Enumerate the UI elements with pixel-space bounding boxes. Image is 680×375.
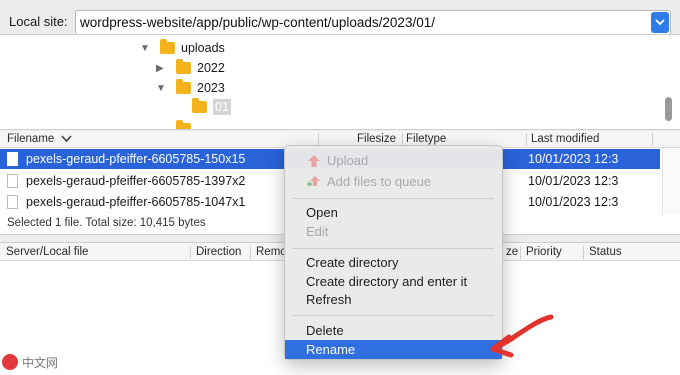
- folder-icon: [160, 39, 175, 54]
- menu-label: Open: [306, 205, 338, 220]
- column-size[interactable]: ze: [506, 246, 518, 258]
- upload-arrow-icon: [308, 155, 320, 167]
- local-site-label: Local site:: [9, 14, 68, 29]
- menu-item-rename[interactable]: Rename: [285, 340, 502, 359]
- column-divider[interactable]: [526, 133, 527, 146]
- menu-item-create-directory-enter[interactable]: Create directory and enter it: [285, 272, 502, 291]
- menu-item-open[interactable]: Open: [285, 203, 502, 222]
- menu-label: Add files to queue: [327, 174, 432, 189]
- tree-scrollbar[interactable]: [665, 97, 672, 121]
- tree-item-01[interactable]: 01: [192, 97, 231, 117]
- column-server-local-file[interactable]: Server/Local file: [6, 246, 88, 258]
- file-list-scrollbar[interactable]: [662, 148, 680, 214]
- file-icon: [7, 152, 18, 166]
- local-directory-tree[interactable]: ▼ uploads ▶ 2022 ▼ 2023 01: [0, 34, 680, 130]
- column-divider[interactable]: [250, 246, 251, 259]
- sort-chevron-icon[interactable]: [61, 135, 72, 143]
- tree-item-label: uploads: [181, 41, 225, 55]
- column-divider[interactable]: [190, 246, 191, 259]
- column-remote-file[interactable]: Remo: [256, 246, 287, 258]
- file-name: pexels-geraud-pfeiffer-6605785-1397x2: [26, 174, 246, 188]
- local-path-text[interactable]: wordpress-website/app/public/wp-content/…: [80, 15, 435, 30]
- folder-icon: [176, 79, 191, 94]
- column-last-modified[interactable]: Last modified: [531, 133, 599, 145]
- menu-item-edit[interactable]: Edit: [285, 222, 502, 241]
- add-to-queue-icon: [307, 176, 320, 187]
- tree-item-2023[interactable]: ▼ 2023: [156, 78, 225, 98]
- column-filesize[interactable]: Filesize: [357, 133, 396, 145]
- menu-item-delete[interactable]: Delete: [285, 321, 502, 340]
- file-name: pexels-geraud-pfeiffer-6605785-1047x1: [26, 195, 246, 209]
- tree-item-label: 2022: [197, 61, 225, 75]
- folder-icon: [176, 59, 191, 74]
- menu-item-create-directory[interactable]: Create directory: [285, 253, 502, 272]
- file-icon: [7, 174, 18, 188]
- column-divider[interactable]: [583, 246, 584, 259]
- selection-status: Selected 1 file. Total size: 10,415 byte…: [7, 217, 206, 229]
- column-divider[interactable]: [652, 133, 653, 146]
- tree-item-uploads[interactable]: ▼ uploads: [140, 38, 225, 58]
- column-filetype[interactable]: Filetype: [406, 133, 446, 145]
- php-logo-icon: [2, 354, 18, 370]
- menu-separator: [293, 248, 494, 249]
- tree-item-2022[interactable]: ▶ 2022: [156, 58, 225, 78]
- menu-item-add-to-queue[interactable]: Add files to queue: [285, 172, 502, 191]
- local-path-combobox[interactable]: wordpress-website/app/public/wp-content/…: [75, 10, 671, 35]
- context-menu[interactable]: Upload Add files to queue Open Edit Crea…: [284, 145, 503, 360]
- menu-item-upload[interactable]: Upload: [285, 151, 502, 170]
- menu-label: Create directory: [306, 255, 399, 270]
- column-direction[interactable]: Direction: [196, 246, 241, 258]
- collapsed-triangle-icon[interactable]: ▶: [156, 63, 170, 74]
- menu-item-refresh[interactable]: Refresh: [285, 290, 502, 309]
- file-modified: 10/01/2023 12:3: [528, 195, 619, 209]
- annotation-arrow-icon: [490, 314, 554, 358]
- menu-label: Rename: [306, 342, 356, 357]
- menu-label: Create directory and enter it: [306, 274, 468, 289]
- chevron-down-icon: [655, 19, 665, 26]
- tree-item-partial: [176, 119, 197, 129]
- column-filename[interactable]: Filename: [7, 133, 54, 145]
- menu-label: Refresh: [306, 292, 352, 307]
- column-divider[interactable]: [520, 246, 521, 259]
- file-icon: [7, 195, 18, 209]
- file-modified: 10/01/2023 12:3: [528, 174, 619, 188]
- menu-separator: [293, 198, 494, 199]
- tree-item-label: 01: [213, 99, 231, 115]
- expanded-triangle-icon[interactable]: ▼: [140, 43, 154, 54]
- file-modified: 10/01/2023 12:3: [528, 152, 619, 166]
- column-priority[interactable]: Priority: [526, 246, 562, 258]
- watermark: 中文网: [2, 352, 92, 372]
- column-status[interactable]: Status: [589, 246, 622, 258]
- expanded-triangle-icon[interactable]: ▼: [156, 83, 170, 94]
- path-dropdown-button[interactable]: [651, 12, 669, 33]
- tree-item-label: 2023: [197, 81, 225, 95]
- file-name: pexels-geraud-pfeiffer-6605785-150x15: [26, 152, 246, 166]
- menu-label: Edit: [306, 224, 329, 239]
- folder-icon: [176, 120, 191, 129]
- watermark-text: 中文网: [22, 355, 59, 370]
- menu-label: Upload: [327, 153, 369, 168]
- menu-separator: [293, 315, 494, 316]
- folder-icon: [192, 98, 207, 113]
- menu-label: Delete: [306, 323, 344, 338]
